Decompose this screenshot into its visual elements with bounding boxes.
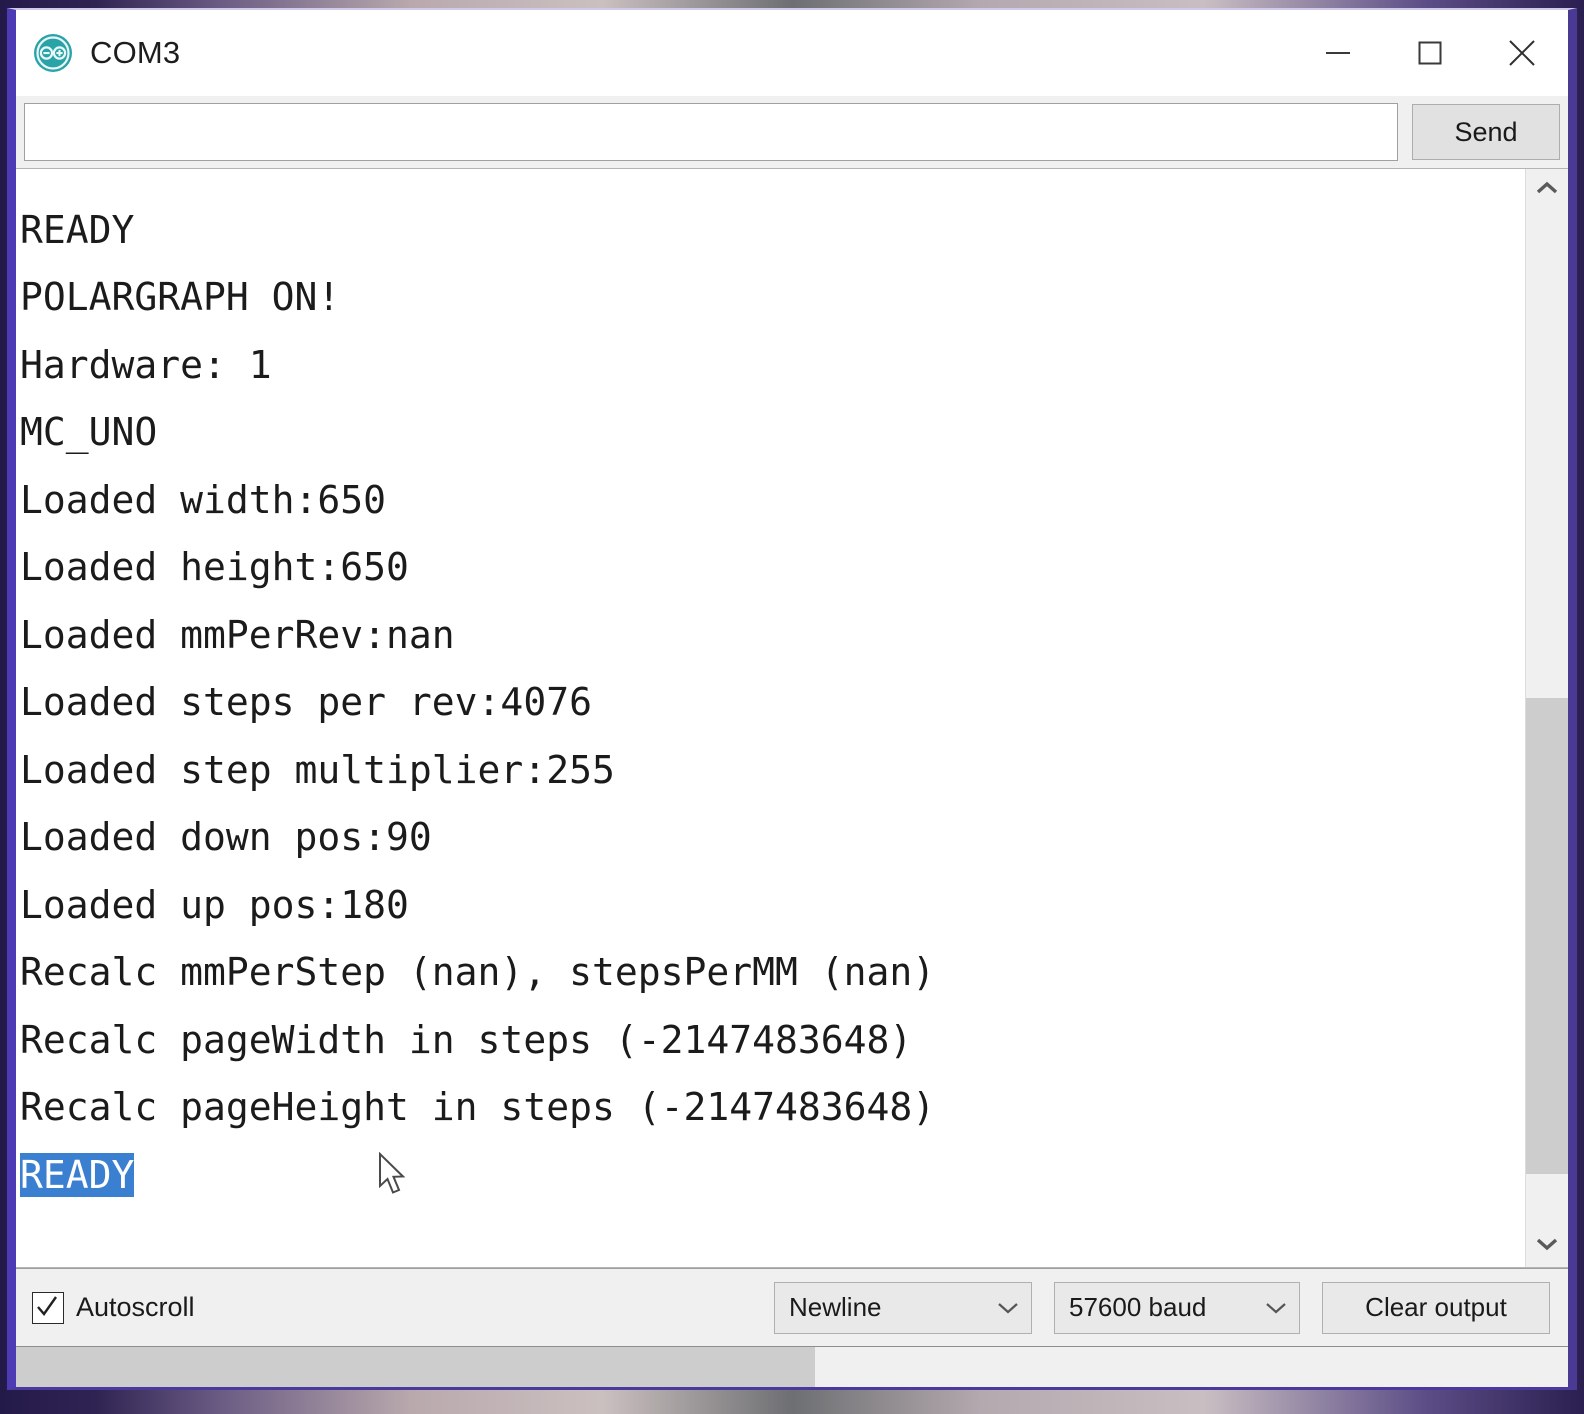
options-bar: Autoscroll Newline 57600 baud Clear outp… bbox=[16, 1268, 1568, 1346]
serial-output[interactable]: READY POLARGRAPH ON! Hardware: 1 MC_UNO Load… bbox=[16, 169, 1525, 1267]
line-ending-select[interactable]: Newline bbox=[774, 1281, 1032, 1334]
serial-output-line: MC_UNO bbox=[20, 410, 158, 454]
desktop-background: COM3 Send READY POLARGRAPH ON! Hardware:… bbox=[0, 0, 1584, 1414]
vertical-scroll-track[interactable] bbox=[1526, 211, 1568, 1225]
send-row: Send bbox=[16, 96, 1568, 168]
line-ending-value: Newline bbox=[789, 1292, 882, 1322]
minimize-button[interactable] bbox=[1292, 10, 1384, 96]
close-button[interactable] bbox=[1476, 10, 1568, 96]
autoscroll-label: Autoscroll bbox=[76, 1292, 195, 1322]
serial-output-line: Hardware: 1 bbox=[20, 342, 272, 387]
autoscroll-checkbox[interactable]: Autoscroll bbox=[32, 1291, 195, 1324]
console-area: READY POLARGRAPH ON! Hardware: 1 MC_UNO Load… bbox=[16, 168, 1568, 1268]
serial-output-line: Loaded height:650 bbox=[20, 545, 409, 589]
check-icon bbox=[37, 1295, 57, 1316]
close-icon bbox=[1507, 38, 1537, 68]
arduino-logo-icon bbox=[32, 32, 74, 74]
title-bar: COM3 bbox=[16, 10, 1568, 96]
serial-output-line: Loaded step multiplier:255 bbox=[20, 747, 615, 792]
selected-text: READY bbox=[20, 1152, 135, 1197]
serial-output-lines: READY POLARGRAPH ON! Hardware: 1 MC_UNO Load… bbox=[20, 169, 935, 1209]
serial-output-line: Loaded steps per rev:4076 bbox=[20, 680, 592, 724]
baud-rate-select[interactable]: 57600 baud bbox=[1054, 1281, 1300, 1334]
serial-output-line: Recalc pageHeight in steps (-2147483648) bbox=[20, 1085, 936, 1129]
serial-output-line: Recalc mmPerStep (nan), stepsPerMM (nan) bbox=[20, 950, 936, 994]
serial-output-line bbox=[20, 169, 935, 197]
chevron-down-icon bbox=[979, 1301, 1019, 1315]
vertical-scrollbar[interactable] bbox=[1525, 169, 1568, 1267]
autoscroll-checkbox-box[interactable] bbox=[32, 1291, 64, 1324]
serial-monitor-window: COM3 Send READY POLARGRAPH ON! Hardware:… bbox=[7, 8, 1577, 1390]
horizontal-scroll-thumb[interactable] bbox=[16, 1347, 816, 1387]
serial-output-line: Loaded width:650 bbox=[20, 477, 387, 522]
window-title: COM3 bbox=[90, 35, 181, 70]
minimize-icon bbox=[1324, 46, 1352, 60]
serial-output-line: Loaded up pos:180 bbox=[20, 882, 409, 927]
chevron-down-icon bbox=[1247, 1301, 1287, 1315]
window-controls bbox=[1292, 10, 1568, 96]
scroll-up-button[interactable] bbox=[1526, 169, 1568, 211]
vertical-scroll-thumb[interactable] bbox=[1526, 697, 1568, 1175]
send-button[interactable]: Send bbox=[1412, 104, 1560, 160]
scroll-down-button[interactable] bbox=[1526, 1225, 1568, 1267]
serial-output-line: READY bbox=[20, 207, 135, 252]
serial-output-line: Loaded down pos:90 bbox=[20, 815, 432, 859]
serial-output-line: Recalc pageWidth in steps (-2147483648) bbox=[20, 1017, 913, 1062]
maximize-button[interactable] bbox=[1384, 10, 1476, 96]
clear-output-button[interactable]: Clear output bbox=[1322, 1281, 1550, 1334]
chevron-up-icon bbox=[1535, 180, 1559, 201]
serial-output-line: POLARGRAPH ON! bbox=[20, 275, 341, 319]
chevron-down-icon bbox=[1535, 1236, 1559, 1257]
horizontal-scrollbar[interactable] bbox=[16, 1346, 1568, 1387]
command-input[interactable] bbox=[24, 103, 1398, 161]
serial-output-line: Loaded mmPerRev:nan bbox=[20, 612, 455, 657]
baud-rate-value: 57600 baud bbox=[1069, 1292, 1207, 1322]
maximize-icon bbox=[1417, 40, 1443, 66]
serial-output-line: READY bbox=[20, 1142, 935, 1210]
